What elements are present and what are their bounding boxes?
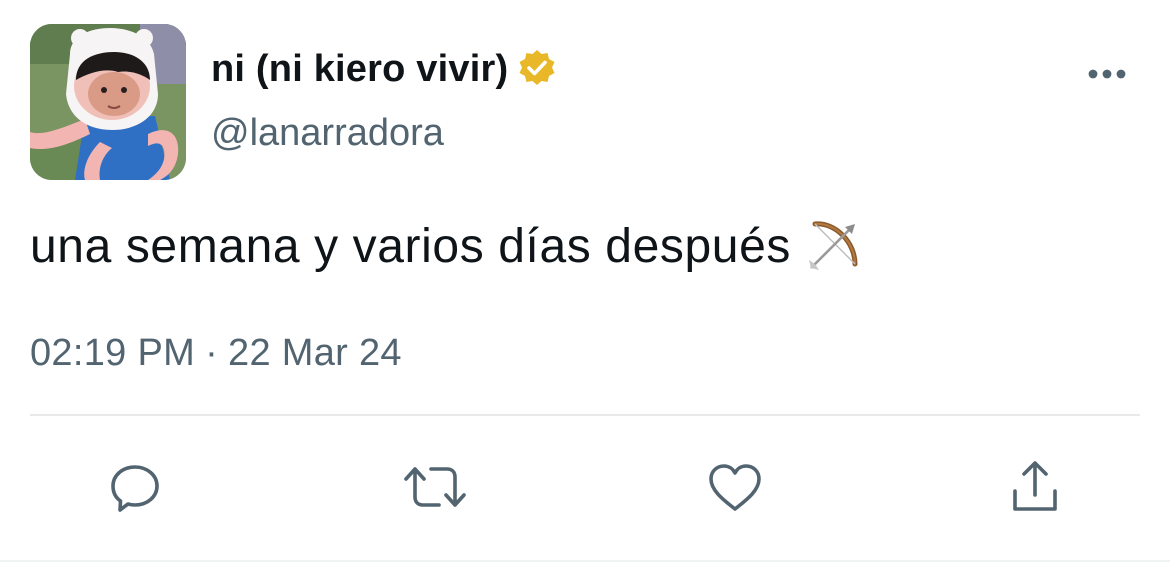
avatar[interactable] bbox=[30, 24, 186, 180]
display-name[interactable]: ni (ni kiero vivir) bbox=[211, 48, 508, 91]
bow-and-arrow-icon bbox=[805, 218, 861, 274]
reply-icon bbox=[111, 465, 159, 512]
share-button[interactable] bbox=[1000, 452, 1070, 522]
tweet-card: ni (ni kiero vivir) @lanarradora una sem… bbox=[0, 0, 1170, 579]
verified-badge-icon bbox=[516, 48, 558, 90]
more-icon bbox=[1088, 69, 1126, 79]
tweet-time: 02:19 PM bbox=[30, 332, 196, 374]
meta-separator: · bbox=[205, 332, 219, 374]
heart-icon bbox=[709, 464, 761, 511]
tweet-text-content: una semana y varios días después bbox=[30, 219, 791, 273]
retweet-icon bbox=[404, 467, 466, 507]
tweet-text: una semana y varios días después bbox=[30, 218, 861, 274]
share-icon bbox=[1013, 461, 1057, 511]
more-options-button[interactable] bbox=[1082, 54, 1132, 94]
like-button[interactable] bbox=[700, 452, 770, 522]
tweet-timestamp[interactable]: 02:19 PM · 22 Mar 24 bbox=[30, 332, 402, 375]
bottom-border bbox=[0, 560, 1170, 562]
retweet-button[interactable] bbox=[400, 452, 470, 522]
action-bar bbox=[0, 452, 1170, 522]
divider bbox=[30, 414, 1140, 416]
display-name-row: ni (ni kiero vivir) bbox=[211, 46, 558, 92]
reply-button[interactable] bbox=[100, 452, 170, 522]
avatar-image bbox=[30, 24, 186, 180]
user-handle[interactable]: @lanarradora bbox=[211, 112, 444, 155]
tweet-date: 22 Mar 24 bbox=[228, 332, 402, 374]
